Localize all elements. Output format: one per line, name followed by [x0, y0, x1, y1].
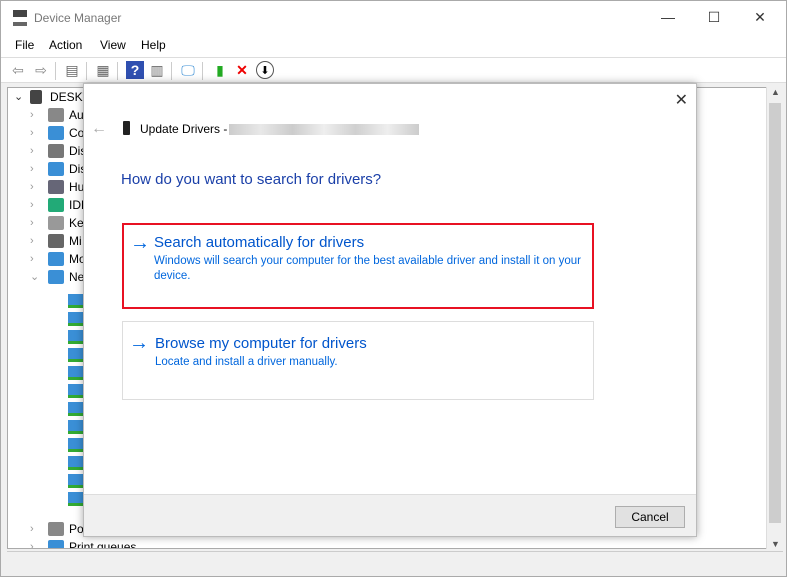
disable-icon[interactable]: ⬇	[256, 61, 274, 79]
tree-node-label: Au	[69, 108, 84, 122]
arrow-right-icon: →	[130, 232, 150, 254]
dialog-close-button[interactable]: ✕	[675, 90, 688, 110]
forward-icon[interactable]: ⇨	[32, 61, 50, 79]
chevron-right-icon[interactable]: ›	[30, 196, 34, 214]
blurred-device-name	[229, 124, 419, 135]
title-bar: Device Manager — ☐ ✕	[1, 1, 786, 35]
close-button[interactable]: ✕	[737, 1, 783, 33]
dialog-title: Update Drivers -	[140, 122, 228, 136]
device-category-icon	[48, 108, 64, 122]
option-description: Locate and install a driver manually.	[155, 356, 338, 368]
chevron-right-icon[interactable]: ›	[30, 232, 34, 250]
network-adapter-icon[interactable]	[68, 294, 84, 308]
menu-file[interactable]: File	[15, 38, 34, 52]
chevron-right-icon[interactable]: ›	[30, 214, 34, 232]
status-bar	[7, 551, 783, 573]
window-title: Device Manager	[34, 11, 122, 25]
chevron-down-icon[interactable]: ⌄	[14, 88, 23, 106]
device-category-icon	[48, 252, 64, 266]
tree-node-label: Ke	[69, 216, 84, 230]
search-automatically-option[interactable]: → Search automatically for drivers Windo…	[122, 223, 594, 309]
chevron-right-icon[interactable]: ›	[30, 106, 34, 124]
back-icon[interactable]: ⇦	[9, 61, 27, 79]
help-icon[interactable]: ?	[126, 61, 144, 79]
chevron-right-icon[interactable]: ›	[30, 520, 34, 538]
scroll-up-icon[interactable]: ▲	[771, 87, 780, 97]
chevron-down-icon[interactable]: ⌄	[30, 268, 39, 286]
browse-computer-option[interactable]: → Browse my computer for drivers Locate …	[122, 321, 594, 400]
vertical-scrollbar[interactable]: ▲ ▼	[766, 87, 783, 549]
network-adapter-icon[interactable]	[68, 402, 84, 416]
chevron-right-icon[interactable]: ›	[30, 538, 34, 548]
device-icon	[123, 121, 130, 135]
menu-bar: File Action View Help	[1, 35, 786, 57]
maximize-button[interactable]: ☐	[691, 1, 737, 33]
device-category-icon	[48, 234, 64, 248]
action-pane-icon[interactable]: ▥	[148, 61, 166, 79]
device-category-icon	[48, 540, 64, 548]
option-description: Windows will search your computer for th…	[154, 255, 581, 282]
network-adapter-icon[interactable]	[68, 384, 84, 398]
cancel-button[interactable]: Cancel	[615, 506, 685, 528]
scroll-down-icon[interactable]: ▼	[771, 539, 780, 549]
network-adapter-icon[interactable]	[68, 312, 84, 326]
back-arrow-icon[interactable]: ←	[91, 120, 107, 138]
chevron-right-icon[interactable]: ›	[30, 124, 34, 142]
menu-help[interactable]: Help	[141, 38, 166, 52]
network-adapter-icon[interactable]	[68, 420, 84, 434]
option-title: Search automatically for drivers	[154, 234, 365, 251]
device-category-icon	[48, 162, 64, 176]
arrow-right-icon: →	[129, 332, 149, 354]
computer-icon	[30, 90, 42, 104]
menu-action[interactable]: Action	[49, 38, 82, 52]
update-driver-icon[interactable]: ▮	[211, 61, 229, 79]
minimize-button[interactable]: —	[645, 1, 691, 33]
chevron-right-icon[interactable]: ›	[30, 142, 34, 160]
option-title: Browse my computer for drivers	[155, 335, 367, 352]
network-adapter-icon[interactable]	[68, 330, 84, 344]
tree-node-label: Po	[69, 522, 84, 536]
device-category-icon	[48, 126, 64, 140]
device-category-icon	[48, 198, 64, 212]
scan-hardware-icon[interactable]: 🖵	[179, 61, 197, 79]
network-adapter-icon[interactable]	[68, 438, 84, 452]
tree-node-label: Mi	[69, 234, 82, 248]
menu-view[interactable]: View	[100, 38, 126, 52]
chevron-right-icon[interactable]: ›	[30, 250, 34, 268]
dialog-footer: Cancel	[84, 494, 696, 536]
network-adapter-icon[interactable]	[68, 348, 84, 362]
device-category-icon	[48, 144, 64, 158]
chevron-right-icon[interactable]: ›	[30, 160, 34, 178]
device-category-icon	[48, 270, 64, 284]
network-adapter-icon[interactable]	[68, 366, 84, 380]
dialog-question: How do you want to search for drivers?	[121, 171, 382, 188]
properties-icon[interactable]: ▦	[94, 61, 112, 79]
device-category-icon	[48, 522, 64, 536]
tree-node-label: Print queues	[69, 540, 137, 549]
toolbar: ⇦ ⇨ ▤ ▦ ? ▥ 🖵 ▮ ✕ ⬇	[1, 57, 786, 83]
network-adapter-icon[interactable]	[68, 474, 84, 488]
uninstall-icon[interactable]: ✕	[233, 61, 251, 79]
device-category-icon	[48, 216, 64, 230]
network-adapter-icon[interactable]	[68, 492, 84, 506]
update-drivers-dialog: ✕ ← Update Drivers - How do you want to …	[83, 83, 697, 537]
device-manager-icon	[13, 10, 27, 26]
device-category-icon	[48, 180, 64, 194]
show-hide-console-tree-icon[interactable]: ▤	[63, 61, 81, 79]
chevron-right-icon[interactable]: ›	[30, 178, 34, 196]
network-adapter-icon[interactable]	[68, 456, 84, 470]
scroll-thumb[interactable]	[769, 103, 781, 523]
